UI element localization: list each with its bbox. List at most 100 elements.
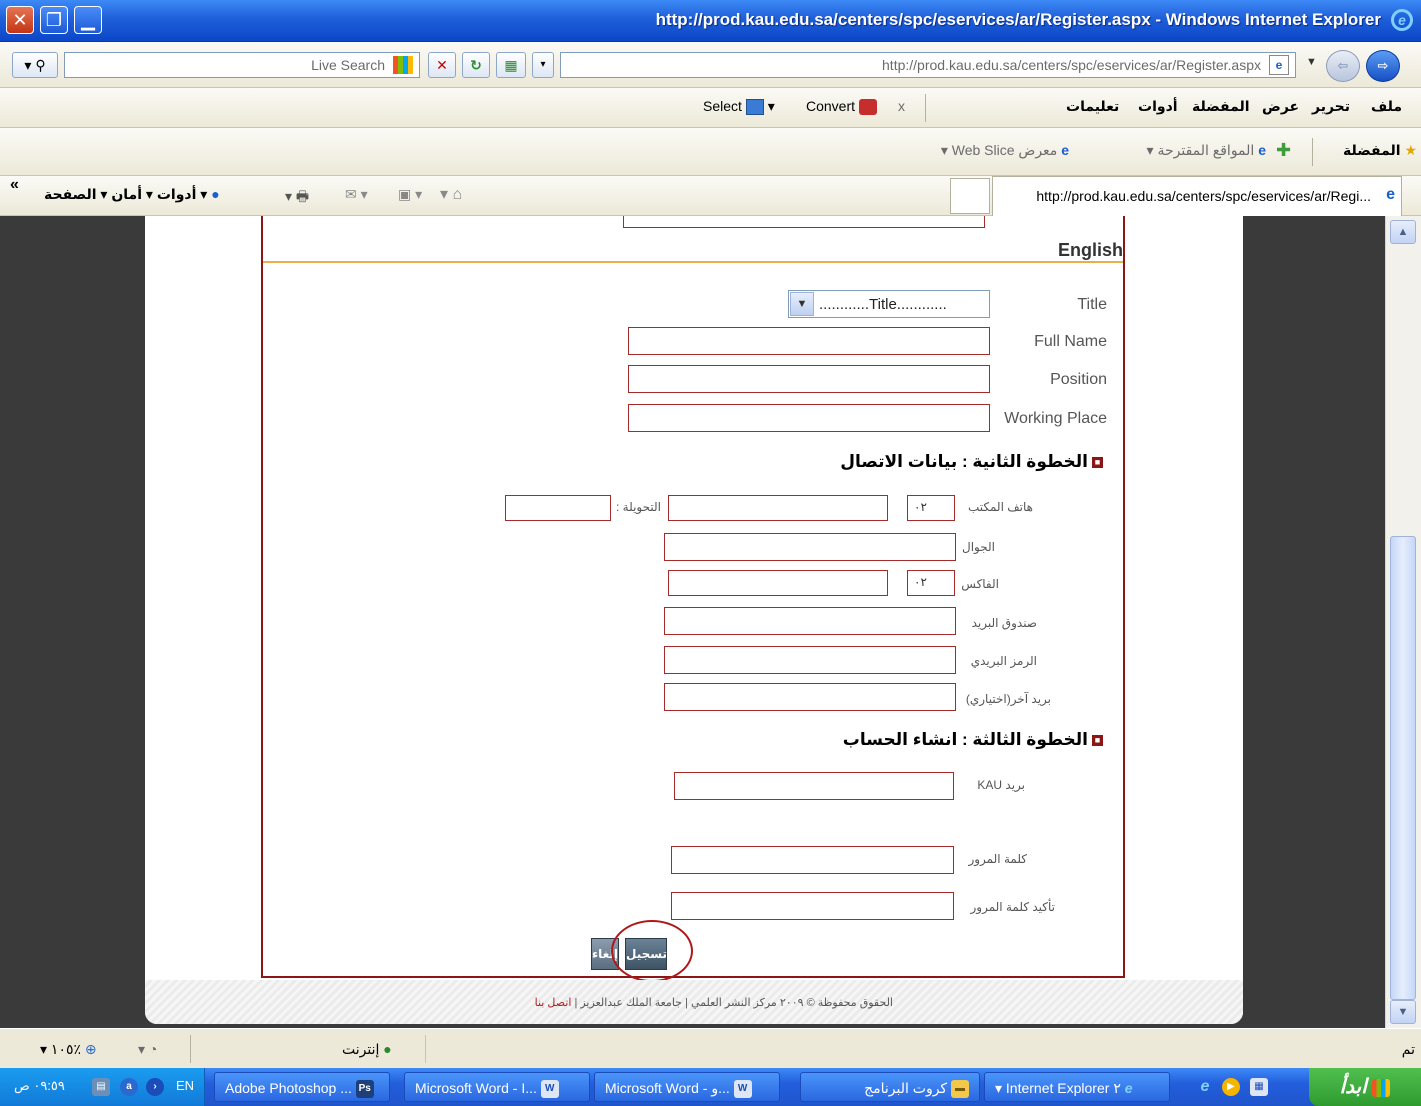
task-internet-explorer[interactable]: ▾ Internet Explorer ٢ e <box>984 1072 1170 1102</box>
task-photoshop[interactable]: Adobe Photoshop ... Ps <box>214 1072 390 1102</box>
scroll-up-icon[interactable]: ▲ <box>1390 220 1416 244</box>
extension-input[interactable] <box>505 495 611 521</box>
live-search-input[interactable]: Live Search <box>64 52 420 78</box>
window-title-bar: ✕ ❐ ▁ http://prod.kau.edu.sa/centers/spc… <box>0 0 1421 42</box>
home-icon[interactable]: ▾ ⌂ <box>440 184 462 204</box>
zoom-control[interactable]: ▾ ١٠٥٪ ⊕ <box>40 1041 97 1058</box>
scroll-thumb[interactable] <box>1390 536 1416 1000</box>
address-dropdown-icon[interactable]: ▾ <box>532 52 554 78</box>
print-icon[interactable]: ▾ 🖶 <box>285 186 309 210</box>
system-tray: ٠٩:٥٩ ص ▤ a › EN <box>0 1068 205 1106</box>
page-icon: e <box>1269 55 1289 75</box>
menu-edit[interactable]: تحرير <box>1312 98 1350 115</box>
extension-label: التحويلة : <box>616 500 661 514</box>
rss-feed-icon[interactable]: ▣ ▾ <box>398 186 422 203</box>
compatibility-view-icon[interactable]: ▦ <box>496 52 526 78</box>
task-ie-label: Internet Explorer ٢ <box>1005 1080 1121 1096</box>
menu-view[interactable]: عرض <box>1262 98 1299 115</box>
mobile-input[interactable] <box>664 533 956 561</box>
pdf-convert-icon <box>858 99 877 116</box>
menu-favorites[interactable]: المفضلة <box>1192 98 1250 115</box>
tray-app-icon[interactable]: a <box>120 1078 138 1096</box>
task-word-2[interactable]: Microsoft Word - و... W <box>594 1072 780 1102</box>
menu-help[interactable]: تعليمات <box>1066 98 1119 115</box>
new-tab-button[interactable] <box>950 178 990 214</box>
close-toolbar-icon[interactable]: x <box>898 98 905 114</box>
language-indicator[interactable]: EN <box>176 1078 194 1093</box>
vertical-scrollbar[interactable]: ▲ ▼ <box>1385 216 1421 1028</box>
command-tools[interactable]: أدوات <box>157 186 197 202</box>
po-box-input[interactable] <box>664 607 956 635</box>
close-window-button[interactable]: ✕ <box>6 6 34 34</box>
forward-arrow-icon[interactable]: ⇦ <box>1326 50 1360 82</box>
add-favorite-icon[interactable]: ✚ <box>1276 140 1291 161</box>
tray-expand-icon[interactable]: › <box>146 1078 164 1096</box>
history-dropdown-icon[interactable]: ▼ <box>1306 56 1317 68</box>
other-email-label: بريد آخر(اختياري) <box>965 692 1051 706</box>
office-phone-prefix-input[interactable]: ٠٢ <box>907 495 955 521</box>
task-folder[interactable]: ▬ كروت البرنامج <box>800 1072 980 1102</box>
position-input[interactable] <box>628 365 990 393</box>
kau-email-input[interactable] <box>674 772 954 800</box>
menu-tools[interactable]: أدوات <box>1138 98 1178 115</box>
web-slice-icon: e <box>1061 142 1069 158</box>
address-input[interactable]: http://prod.kau.edu.sa/centers/spc/eserv… <box>560 52 1296 78</box>
tab-active[interactable]: http://prod.kau.edu.sa/centers/spc/eserv… <box>992 176 1402 216</box>
postal-code-input[interactable] <box>664 646 956 674</box>
command-safety[interactable]: أمان <box>111 186 142 202</box>
status-panels <box>425 1035 615 1063</box>
stop-icon[interactable]: ✕ <box>428 52 456 78</box>
ie-icon: e <box>1124 1080 1133 1096</box>
fax-prefix: ٠٢ <box>914 575 927 589</box>
full-name-input[interactable] <box>628 327 990 355</box>
title-select[interactable]: ▼ ............Title............ <box>788 290 990 318</box>
restore-window-button[interactable]: ❐ <box>40 6 68 34</box>
working-place-input[interactable] <box>628 404 990 432</box>
search-provider-button[interactable]: ▾ ⚲ <box>12 52 58 78</box>
position-label: Position <box>1050 371 1107 388</box>
status-separator <box>190 1035 191 1063</box>
status-zone: ● إنترنت <box>342 1041 392 1058</box>
help-icon[interactable]: ● <box>211 186 219 202</box>
refresh-icon[interactable]: ↻ <box>462 52 490 78</box>
fax-prefix-input[interactable]: ٠٢ <box>907 570 955 596</box>
fax-input[interactable] <box>668 570 888 596</box>
photoshop-icon: Ps <box>355 1080 374 1099</box>
favorites-button[interactable]: المفضلة ★ <box>1343 142 1417 159</box>
suggested-sites-label: المواقع المقترحة <box>1157 142 1255 158</box>
task-word-1[interactable]: Microsoft Word - I... W <box>404 1072 590 1102</box>
more-commands-chevron[interactable]: « <box>10 176 19 194</box>
other-email-input[interactable] <box>664 683 956 711</box>
quicklaunch-show-desktop-icon[interactable]: ▦ <box>1250 1078 1268 1096</box>
cut-off-input[interactable] <box>623 216 985 228</box>
quicklaunch-ie-icon[interactable]: e <box>1196 1078 1214 1096</box>
annotation-circle <box>611 920 693 982</box>
menu-file[interactable]: ملف <box>1371 98 1402 115</box>
web-slice-gallery-link[interactable]: e معرض Web Slice ▾ <box>941 142 1069 159</box>
protected-mode-icon[interactable]: ▾ ◔ <box>138 1041 157 1058</box>
star-icon: ★ <box>1404 142 1417 158</box>
select-tool-button[interactable]: Select ▾ <box>703 98 775 116</box>
back-arrow-icon[interactable]: ⇨ <box>1366 50 1400 82</box>
start-button[interactable]: ابدأ <box>1309 1068 1421 1106</box>
confirm-password-label: تأكيد كلمة المرور <box>970 900 1056 914</box>
scroll-down-icon[interactable]: ▼ <box>1390 1000 1416 1024</box>
minimize-window-button[interactable]: ▁ <box>74 6 102 34</box>
suggested-sites-link[interactable]: e المواقع المقترحة ▾ <box>1147 142 1266 159</box>
confirm-password-input[interactable] <box>671 892 954 920</box>
tray-network-icon[interactable]: ▤ <box>92 1078 110 1096</box>
zoom-icon: ⊕ <box>84 1041 97 1057</box>
quicklaunch-media-icon[interactable]: ▶ <box>1222 1078 1240 1096</box>
password-input[interactable] <box>671 846 954 874</box>
office-phone-input[interactable] <box>668 495 888 521</box>
page-footer: الحقوق محفوظة © ٢٠٠٩ مركز النشر العلمي |… <box>145 980 1243 1024</box>
mail-icon[interactable]: ✉ ▾ <box>345 186 368 203</box>
contact-us-link[interactable]: اتصل بنا <box>535 997 572 1009</box>
command-page[interactable]: الصفحة <box>44 186 97 202</box>
fax-label: الفاكس <box>961 577 999 591</box>
menu-separator <box>925 94 926 122</box>
footer-copyright: الحقوق محفوظة © ٢٠٠٩ مركز النشر العلمي |… <box>574 997 893 1009</box>
convert-tool-button[interactable]: Convert <box>806 98 877 116</box>
page-container: English Title ▼ ............Title.......… <box>145 216 1243 1024</box>
window-title: http://prod.kau.edu.sa/centers/spc/eserv… <box>655 10 1381 29</box>
